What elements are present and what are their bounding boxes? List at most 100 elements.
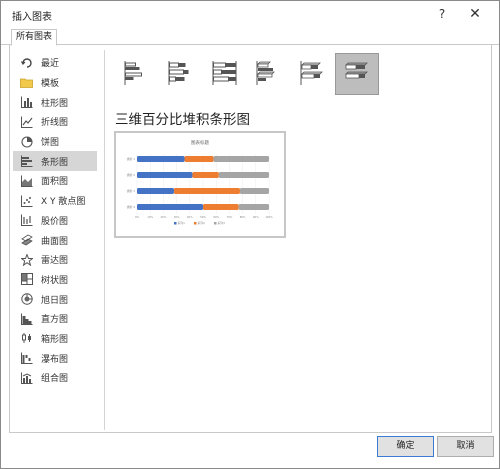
sidebar-item-radar[interactable]: 雷达图 bbox=[13, 250, 97, 270]
sunburst-chart-icon bbox=[20, 293, 33, 306]
preview-bar-segment bbox=[137, 156, 185, 162]
recent-icon bbox=[20, 56, 33, 69]
preview-legend-swatch bbox=[174, 222, 177, 225]
preview-bar-segment bbox=[173, 188, 240, 194]
boxplot-chart-icon bbox=[20, 332, 33, 345]
subtype-3d-percent-stacked-bar[interactable] bbox=[335, 53, 379, 95]
preview-x-tick-label: 70% bbox=[227, 215, 233, 219]
sidebar-item-scatter[interactable]: X Y 散点图 bbox=[13, 191, 97, 211]
folder-icon bbox=[20, 76, 33, 89]
surface-chart-icon bbox=[20, 234, 33, 247]
histogram-chart-icon bbox=[20, 312, 33, 325]
sidebar-item-label: X Y 散点图 bbox=[41, 197, 86, 208]
insert-chart-dialog: 插入图表 ? ✕ 所有图表 最近 模板 柱形图 折线图 饼图 条形图 面积图 X… bbox=[0, 0, 500, 469]
preview-x-tick-label: 20% bbox=[161, 215, 167, 219]
sidebar-item-label: 饼图 bbox=[41, 138, 60, 149]
preview-x-tick-label: 30% bbox=[174, 215, 180, 219]
preview-bar-segment bbox=[203, 204, 239, 210]
sidebar-item-boxplot[interactable]: 箱形图 bbox=[13, 329, 97, 349]
sidebar-item-label: 树状图 bbox=[41, 275, 69, 286]
sidebar-item-label: 最近 bbox=[41, 59, 60, 70]
3d-percent-stacked-bar-icon bbox=[344, 60, 370, 89]
chart-preview[interactable]: 图表标题 0% 10% 20% 30% 40% 50% 60% 70% 80% 90% 100% 类别 … bbox=[114, 131, 286, 238]
sidebar-item-label: 直方图 bbox=[41, 315, 69, 326]
chart-type-sidebar: 最近 模板 柱形图 折线图 饼图 条形图 面积图 X Y 散点图 股价图 曲面图… bbox=[13, 53, 97, 388]
sidebar-item-histogram[interactable]: 直方图 bbox=[13, 309, 97, 329]
subtype-stacked-bar[interactable] bbox=[159, 53, 203, 95]
line-chart-icon bbox=[20, 115, 33, 128]
sidebar-item-recent[interactable]: 最近 bbox=[13, 53, 97, 73]
sidebar-item-waterfall[interactable]: 瀑布图 bbox=[13, 348, 97, 368]
sidebar-item-treemap[interactable]: 树状图 bbox=[13, 270, 97, 290]
preview-bar-segment bbox=[192, 172, 219, 178]
sidebar-item-sunburst[interactable]: 旭日图 bbox=[13, 289, 97, 309]
sidebar-item-templates[interactable]: 模板 bbox=[13, 73, 97, 93]
clustered-bar-icon bbox=[124, 60, 150, 89]
tab-all-charts[interactable]: 所有图表 bbox=[11, 29, 58, 46]
sidebar-item-label: 组合图 bbox=[41, 374, 69, 385]
sidebar-item-label: 股价图 bbox=[41, 216, 69, 227]
title-bar: 插入图表 ? ✕ bbox=[1, 1, 499, 27]
sidebar-item-label: 折线图 bbox=[41, 118, 69, 129]
help-button[interactable]: ? bbox=[433, 5, 451, 23]
panel-divider bbox=[104, 50, 105, 430]
sidebar-item-surface[interactable]: 曲面图 bbox=[13, 230, 97, 250]
preview-legend-label: 系列1 bbox=[178, 221, 186, 225]
column-chart-icon bbox=[20, 96, 33, 109]
area-chart-icon bbox=[20, 174, 33, 187]
subtype-3d-stacked-bar[interactable] bbox=[291, 53, 335, 95]
preview-x-tick-label: 60% bbox=[213, 215, 219, 219]
preview-bar-segment bbox=[218, 172, 269, 178]
preview-x-tick-label: 40% bbox=[187, 215, 193, 219]
preview-category-label: 类别 2 bbox=[127, 173, 135, 177]
preview-legend-label: 系列2 bbox=[198, 221, 206, 225]
preview-bar-segment bbox=[238, 204, 269, 210]
preview-legend-swatch bbox=[214, 222, 217, 225]
preview-legend-label: 系列3 bbox=[218, 221, 226, 225]
sidebar-item-pie[interactable]: 饼图 bbox=[13, 132, 97, 152]
sidebar-item-line[interactable]: 折线图 bbox=[13, 112, 97, 132]
sidebar-item-label: 旭日图 bbox=[41, 295, 69, 306]
preview-chart-title: 图表标题 bbox=[191, 139, 209, 146]
percent-stacked-bar-icon bbox=[212, 60, 238, 89]
tab-row: 所有图表 bbox=[1, 27, 499, 46]
subtype-percent-stacked-bar[interactable] bbox=[203, 53, 247, 95]
stacked-bar-icon bbox=[168, 60, 194, 89]
sidebar-item-label: 模板 bbox=[41, 79, 60, 90]
sidebar-item-label: 条形图 bbox=[41, 157, 69, 168]
preview-x-tick-label: 0% bbox=[135, 215, 140, 219]
stock-chart-icon bbox=[20, 214, 33, 227]
cancel-button[interactable]: 取消 bbox=[437, 436, 494, 457]
preview-bar-segment bbox=[239, 188, 269, 194]
3d-stacked-bar-icon bbox=[300, 60, 326, 89]
preview-x-tick-label: 100% bbox=[265, 215, 273, 219]
sidebar-item-column[interactable]: 柱形图 bbox=[13, 92, 97, 112]
sidebar-item-label: 曲面图 bbox=[41, 236, 69, 247]
close-button[interactable]: ✕ bbox=[464, 5, 486, 23]
ok-button[interactable]: 确定 bbox=[377, 436, 434, 457]
sidebar-item-label: 面积图 bbox=[41, 177, 69, 188]
preview-category-label: 类别 4 bbox=[127, 205, 135, 209]
preview-bar-segment bbox=[137, 204, 203, 210]
sidebar-item-bar[interactable]: 条形图 bbox=[13, 151, 97, 172]
radar-chart-icon bbox=[20, 253, 33, 266]
sidebar-item-stock[interactable]: 股价图 bbox=[13, 211, 97, 231]
sidebar-item-area[interactable]: 面积图 bbox=[13, 171, 97, 191]
subtype-clustered-bar[interactable] bbox=[115, 53, 159, 95]
treemap-chart-icon bbox=[20, 273, 33, 286]
chart-preview-svg: 图表标题 0% 10% 20% 30% 40% 50% 60% 70% 80% 90% 100% 类别 … bbox=[127, 139, 274, 225]
subtype-3d-clustered-bar[interactable] bbox=[247, 53, 291, 95]
preview-x-tick-label: 10% bbox=[147, 215, 153, 219]
sidebar-item-combo[interactable]: 组合图 bbox=[13, 368, 97, 388]
selected-chart-type-title: 三维百分比堆积条形图 bbox=[115, 112, 250, 128]
preview-category-label: 类别 3 bbox=[127, 189, 135, 193]
combo-chart-icon bbox=[20, 371, 33, 384]
preview-x-tick-label: 80% bbox=[240, 215, 246, 219]
preview-bar-segment bbox=[137, 188, 174, 194]
sidebar-item-label: 瀑布图 bbox=[41, 354, 69, 365]
preview-x-tick-label: 90% bbox=[253, 215, 259, 219]
sidebar-item-label: 柱形图 bbox=[41, 98, 69, 109]
sidebar-item-label: 雷达图 bbox=[41, 256, 69, 267]
pie-chart-icon bbox=[20, 135, 33, 148]
dialog-title: 插入图表 bbox=[12, 12, 52, 23]
